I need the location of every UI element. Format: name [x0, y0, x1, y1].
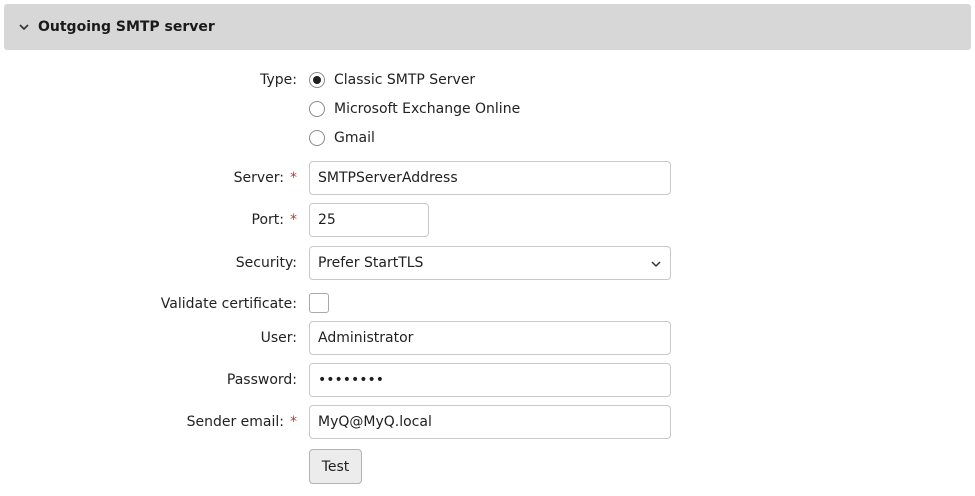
- required-marker: *: [290, 170, 297, 186]
- radio-label: Microsoft Exchange Online: [334, 101, 521, 117]
- section-header[interactable]: Outgoing SMTP server: [4, 4, 971, 50]
- required-marker: *: [290, 414, 297, 430]
- user-label: User:: [260, 330, 297, 346]
- sender-email-value: MyQ@MyQ.local: [318, 414, 432, 430]
- radio-label: Classic SMTP Server: [334, 72, 476, 88]
- user-input[interactable]: Administrator: [309, 321, 671, 355]
- radio-button[interactable]: [309, 101, 325, 117]
- security-label: Security:: [235, 255, 297, 271]
- server-input[interactable]: SMTPServerAddress: [309, 161, 671, 195]
- sender-email-label: Sender email: *: [186, 414, 297, 430]
- port-label: Port: *: [251, 212, 297, 228]
- section-title: Outgoing SMTP server: [38, 19, 215, 35]
- validate-certificate-checkbox[interactable]: [309, 293, 329, 313]
- radio-classic-smtp[interactable]: Classic SMTP Server: [309, 72, 475, 88]
- chevron-down-icon: [650, 258, 662, 274]
- port-value: 25: [318, 212, 336, 228]
- radio-gmail[interactable]: Gmail: [309, 130, 375, 146]
- radio-exchange-online[interactable]: Microsoft Exchange Online: [309, 101, 520, 117]
- password-value: ••••••••: [318, 372, 385, 388]
- port-input[interactable]: 25: [309, 203, 429, 237]
- radio-button[interactable]: [309, 72, 325, 88]
- server-label: Server: *: [233, 170, 297, 186]
- test-button-label: Test: [321, 458, 350, 475]
- radio-label: Gmail: [334, 130, 375, 146]
- test-button[interactable]: Test: [309, 449, 362, 484]
- user-value: Administrator: [318, 330, 414, 346]
- required-marker: *: [290, 212, 297, 228]
- radio-button[interactable]: [309, 130, 325, 146]
- password-input[interactable]: ••••••••: [309, 363, 671, 397]
- security-value: Prefer StartTLS: [318, 255, 424, 271]
- sender-email-input[interactable]: MyQ@MyQ.local: [309, 405, 671, 439]
- server-value: SMTPServerAddress: [318, 170, 458, 186]
- type-label: Type:: [260, 72, 297, 88]
- chevron-down-icon[interactable]: [18, 21, 30, 33]
- password-label: Password:: [226, 372, 297, 388]
- validate-certificate-label: Validate certificate:: [160, 296, 297, 312]
- security-select[interactable]: Prefer StartTLS: [309, 246, 671, 280]
